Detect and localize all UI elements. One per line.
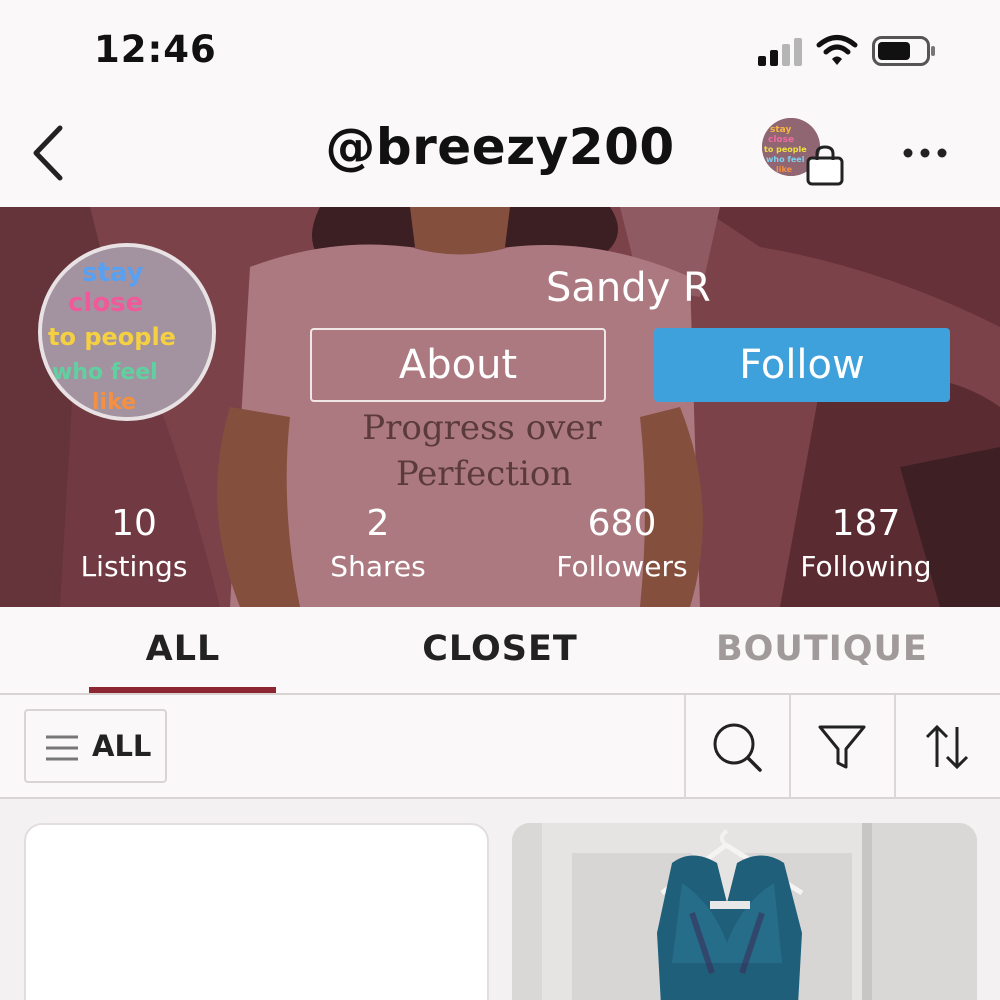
stat-label: Followers: [556, 550, 688, 583]
stat-listings[interactable]: 10 Listings: [34, 503, 234, 587]
avatar-text-stay: stay: [82, 258, 144, 288]
active-tab-indicator: [89, 687, 276, 693]
toolbar-divider: [894, 695, 896, 799]
battery-icon: [872, 36, 935, 66]
stat-value: 2: [366, 503, 390, 544]
listing-grid: [0, 799, 1000, 1000]
stat-shares[interactable]: 2 Shares: [278, 503, 478, 587]
profile-banner: Progress over Perfection stay close to p…: [0, 207, 1000, 607]
search-icon[interactable]: [711, 721, 763, 773]
top-nav-bar: @breezy200 stay close to people who feel…: [0, 100, 1000, 207]
tab-boutique[interactable]: BOUTIQUE: [716, 629, 927, 669]
stat-value: 680: [587, 503, 657, 544]
listing-photo: [512, 823, 977, 1000]
stat-followers[interactable]: 680 Followers: [522, 503, 722, 587]
sort-icon[interactable]: [921, 721, 973, 773]
category-filter-label: ALL: [92, 729, 152, 763]
toolbar-divider: [684, 695, 686, 799]
profile-handle: @breezy200: [325, 118, 675, 176]
more-icon[interactable]: [900, 138, 950, 168]
status-time: 12:46: [94, 28, 217, 71]
stat-label: Shares: [330, 550, 426, 583]
wifi-icon: [816, 35, 858, 65]
display-name: Sandy R: [546, 265, 711, 311]
svg-text:like: like: [776, 165, 793, 174]
shopping-bag-icon[interactable]: [804, 144, 846, 186]
stat-label: Following: [800, 550, 932, 583]
shirt-text-line1: Progress over: [362, 408, 602, 448]
menu-icon: [46, 735, 78, 761]
listing-toolbar: ALL: [0, 695, 1000, 799]
tab-all[interactable]: ALL: [90, 629, 276, 669]
svg-text:close: close: [768, 135, 794, 145]
shirt-text-line2: Perfection: [396, 454, 572, 494]
stat-value: 187: [831, 503, 901, 544]
avatar-text-like: like: [92, 390, 136, 415]
stat-value: 10: [111, 503, 157, 544]
closet-tabs: ALL CLOSET BOUTIQUE: [0, 607, 1000, 695]
tab-closet[interactable]: CLOSET: [420, 629, 580, 669]
category-filter-button[interactable]: ALL: [24, 709, 167, 783]
avatar-text-feel: who feel: [52, 360, 158, 385]
svg-text:to people: to people: [764, 145, 807, 154]
stat-following[interactable]: 187 Following: [766, 503, 966, 587]
toolbar-divider: [789, 695, 791, 799]
filter-icon[interactable]: [816, 721, 868, 773]
svg-text:who feel: who feel: [766, 155, 805, 164]
signal-icon: [758, 38, 802, 66]
avatar-text-close: close: [68, 288, 143, 318]
profile-avatar[interactable]: stay close to people who feel like: [38, 243, 216, 421]
follow-button[interactable]: Follow: [654, 328, 950, 402]
svg-text:stay: stay: [770, 125, 791, 135]
avatar-text-people: to people: [48, 323, 176, 351]
about-button[interactable]: About: [310, 328, 606, 402]
stat-label: Listings: [80, 550, 188, 583]
listing-card[interactable]: [24, 823, 489, 1000]
listing-card[interactable]: [512, 823, 977, 1000]
status-bar: 12:46: [0, 0, 1000, 100]
